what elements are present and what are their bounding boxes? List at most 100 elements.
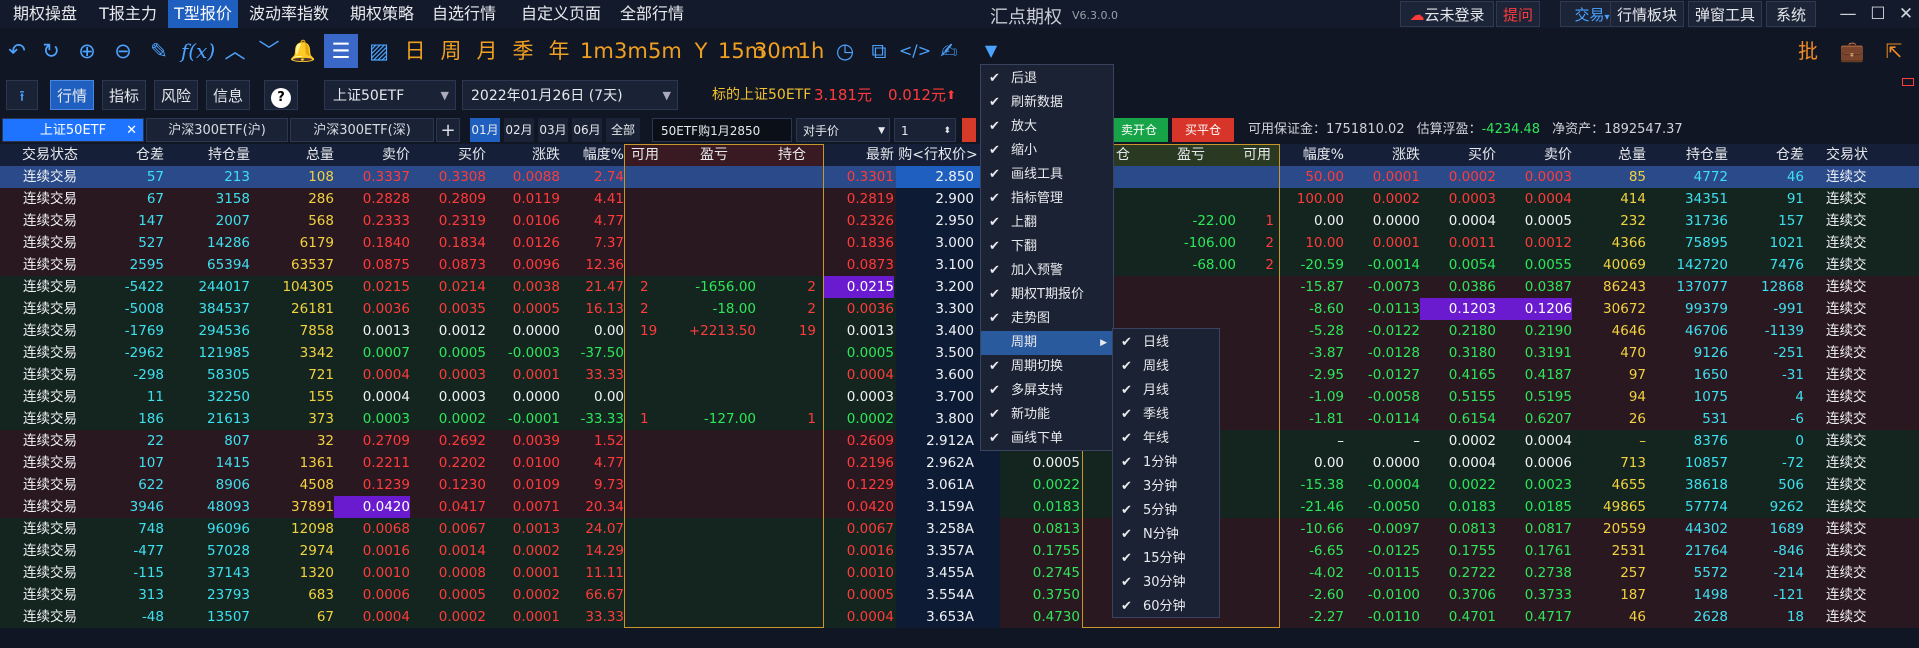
period-5m[interactable]: 5m (648, 34, 682, 68)
col-change[interactable]: 涨跌 (486, 144, 560, 166)
context-menu-item[interactable]: ✔ 指标管理 (981, 187, 1113, 211)
period-menu-item[interactable]: ✔ 30分钟 (1113, 571, 1219, 595)
period-day[interactable]: 日 (400, 34, 430, 68)
arrow-up-icon[interactable]: ︿ (220, 34, 250, 68)
underlying-select[interactable]: 上证50ETF ▼ (324, 80, 456, 110)
col-pct[interactable]: 幅度% (560, 144, 624, 166)
stepper-icon[interactable]: ⬍ (943, 119, 951, 143)
add-tab-button[interactable]: + (436, 118, 460, 142)
draw-line-icon[interactable]: ✍ (934, 34, 964, 68)
price-type-select[interactable]: 对手价 ▼ (796, 118, 890, 142)
period-menu-item[interactable]: ✔ 1分钟 (1113, 451, 1219, 475)
tab-hs300etf-sh[interactable]: 沪深300ETF(沪) (146, 118, 288, 142)
month-01[interactable]: 01月 (470, 118, 500, 142)
context-menu-item[interactable]: ✔ 走势图 (981, 307, 1113, 331)
table-row[interactable]: 连续交易 2595 65394 63537 0.0875 0.0873 0.0096 12.3… (0, 254, 1919, 276)
expand-icon[interactable]: ⇱ (1876, 34, 1912, 68)
refresh-icon[interactable]: ↻ (36, 34, 66, 68)
period-menu-item[interactable]: ✔ 60分钟 (1113, 595, 1219, 619)
period-y[interactable]: Y (686, 34, 716, 68)
table-row[interactable]: 连续交易 -115 37143 1320 0.0010 0.0008 0.0001 11.11… (0, 562, 1919, 584)
period-menu-item[interactable]: ✔ N分钟 (1113, 523, 1219, 547)
period-quarter[interactable]: 季 (508, 34, 538, 68)
dropdown-arrow-icon[interactable]: ▼ (976, 34, 1006, 68)
context-menu-item[interactable]: ✔ 上翻 (981, 211, 1113, 235)
cloud-login-button[interactable]: ☁云未登录 (1400, 1, 1494, 27)
context-menu-item[interactable]: 周期 ▶ (981, 331, 1113, 355)
menu-qiquan-caopan[interactable]: 期权操盘 (0, 0, 90, 28)
month-all[interactable]: 全部 (606, 118, 640, 142)
tab-risk[interactable]: 风险 (154, 80, 198, 110)
draw-pen-icon[interactable]: ✎ (144, 34, 174, 68)
period-1h[interactable]: 1h (796, 34, 826, 68)
table-row[interactable]: 连续交易 11 32250 155 0.0004 0.0003 0.0000 0.00 0.00… (0, 386, 1919, 408)
table-row[interactable]: 连续交易 67 3158 286 0.2828 0.2809 0.0119 4.41 0.281… (0, 188, 1919, 210)
tab-close-icon[interactable]: ✕ (126, 119, 137, 143)
restore-icon[interactable] (1902, 78, 1914, 86)
tab-info[interactable]: 信息 (206, 80, 250, 110)
col-put-pnl[interactable]: 盈亏 (1146, 144, 1236, 166)
ask-question-button[interactable]: 提问 (1496, 1, 1540, 27)
buy-close-button[interactable]: 买平仓 (1172, 118, 1234, 142)
col-put-available[interactable]: 可用 (1236, 144, 1278, 166)
table-row[interactable]: 连续交易 622 8906 4508 0.1239 0.1230 0.0109 9.73 0.1… (0, 474, 1919, 496)
col-volume[interactable]: 总量 (250, 144, 334, 166)
menu-all-quotes[interactable]: 全部行情 (612, 0, 692, 28)
period-menu-item[interactable]: ✔ 日线 (1113, 331, 1219, 355)
col-strike[interactable]: 购<行权价> (896, 144, 980, 166)
t-quote-icon[interactable]: ☰ (324, 34, 358, 68)
context-menu-item[interactable]: ✔ 周期切换 (981, 355, 1113, 379)
col-oi-change[interactable]: 仓差 (100, 144, 164, 166)
period-15m[interactable]: 15m (718, 34, 765, 68)
sell-open-button[interactable]: 卖开仓 (1110, 118, 1168, 142)
tab-hs300etf-sz[interactable]: 沪深300ETF(深) (290, 118, 434, 142)
table-row[interactable]: 连续交易 313 23793 683 0.0006 0.0005 0.0002 66.67 0.… (0, 584, 1919, 606)
period-menu-item[interactable]: ✔ 5分钟 (1113, 499, 1219, 523)
table-row[interactable]: 连续交易 -1769 294536 7858 0.0013 0.0012 0.0000 0.0… (0, 320, 1919, 342)
table-row[interactable]: 连续交易 -2962 121985 3342 0.0007 0.0005 -0.0003 -3… (0, 342, 1919, 364)
table-row[interactable]: 连续交易 -5008 384537 26181 0.0036 0.0035 0.0005 16… (0, 298, 1919, 320)
help-button[interactable]: ? (264, 80, 298, 110)
table-row[interactable]: 连续交易 -298 58305 721 0.0004 0.0003 0.0001 33.33 0… (0, 364, 1919, 386)
context-menu-item[interactable]: ✔ 缩小 (981, 139, 1113, 163)
context-menu-item[interactable]: ✔ 多屏支持 (981, 379, 1113, 403)
col-bid[interactable]: 买价 (410, 144, 486, 166)
window-icon[interactable]: ⧉ (864, 34, 894, 68)
code-icon[interactable]: </> (898, 34, 932, 68)
arrow-down-icon[interactable]: ﹀ (254, 34, 284, 68)
table-row[interactable]: 连续交易 186 21613 373 0.0003 0.0002 -0.0001 -33.33… (0, 408, 1919, 430)
clock-icon[interactable]: ◷ (830, 34, 860, 68)
col-put-volume[interactable]: 总量 (1572, 144, 1646, 166)
quantity-stepper[interactable]: 1 ⬍ (894, 118, 956, 142)
zoom-out-icon[interactable]: ⊖ (108, 34, 138, 68)
period-1m[interactable]: 1m (580, 34, 614, 68)
formula-icon[interactable]: f(x) (178, 34, 218, 68)
context-menu-item[interactable]: ✔ 画线工具 (981, 163, 1113, 187)
zoom-in-icon[interactable]: ⊕ (72, 34, 102, 68)
col-available[interactable]: 可用 (626, 144, 664, 166)
system-button[interactable]: 系统 (1766, 1, 1816, 27)
context-menu-item[interactable]: ✔ 后退 (981, 67, 1113, 91)
tab-quote[interactable]: 行情 (50, 80, 94, 110)
context-menu-item[interactable]: ✔ 加入预警 (981, 259, 1113, 283)
menu-t-quote[interactable]: T型报价 (168, 0, 238, 28)
table-row[interactable]: 连续交易 22 807 32 0.2709 0.2692 0.0039 1.52 0.2609 2… (0, 430, 1919, 452)
table-row[interactable]: 连续交易 -477 57028 2974 0.0016 0.0014 0.0002 14.29… (0, 540, 1919, 562)
quote-sector-button[interactable]: 行情板块 (1610, 1, 1684, 27)
period-menu-item[interactable]: ✔ 年线 (1113, 427, 1219, 451)
col-put-change[interactable]: 涨跌 (1344, 144, 1420, 166)
chart-icon[interactable]: ▨ (362, 34, 396, 68)
tab-sh50etf[interactable]: 上证50ETF ✕ (2, 118, 144, 142)
popup-tools-button[interactable]: 弹窗工具 (1688, 1, 1762, 27)
period-30m[interactable]: 30m (754, 34, 801, 68)
menu-option-strategy[interactable]: 期权策略 (342, 0, 422, 28)
minimize-icon[interactable]: — (1836, 2, 1860, 26)
menu-custom-page[interactable]: 自定义页面 (512, 0, 610, 28)
period-3m[interactable]: 3m (614, 34, 648, 68)
col-pnl[interactable]: 盈亏 (664, 144, 764, 166)
month-06[interactable]: 06月 (572, 118, 602, 142)
col-put-oi[interactable]: 持仓量 (1646, 144, 1728, 166)
context-menu-item[interactable]: ✔ 下翻 (981, 235, 1113, 259)
context-menu-item[interactable]: ✔ 画线下单 (981, 427, 1113, 451)
col-open-interest[interactable]: 持仓量 (164, 144, 250, 166)
